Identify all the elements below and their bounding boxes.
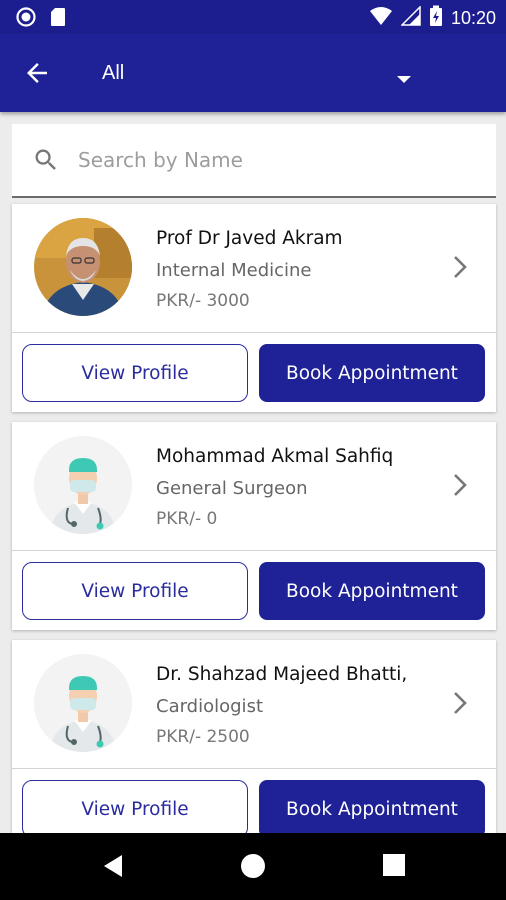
book-appointment-button[interactable]: Book Appointment — [259, 344, 485, 402]
doctor-placeholder-icon — [34, 436, 132, 534]
circle-notification-icon — [16, 7, 36, 31]
app-bar: All — [0, 34, 506, 112]
home-circle-icon[interactable] — [240, 853, 266, 883]
system-nav-bar — [0, 833, 506, 900]
doctor-placeholder-icon — [34, 654, 132, 752]
back-button[interactable] — [22, 58, 56, 88]
doctor-name: Mohammad Akmal Sahfiq — [156, 446, 394, 467]
doctor-name: Dr. Shahzad Majeed Bhatti, — [156, 664, 408, 685]
chevron-right-icon[interactable] — [450, 690, 470, 720]
doctor-photo — [34, 218, 132, 316]
view-profile-button[interactable]: View Profile — [22, 344, 248, 402]
search-box — [12, 124, 496, 198]
doctor-card-summary[interactable]: Prof Dr Javed Akram Internal Medicine PK… — [12, 204, 496, 332]
back-triangle-icon[interactable] — [100, 853, 126, 883]
dropdown-arrow-icon — [396, 70, 412, 89]
recents-square-icon[interactable] — [382, 853, 406, 881]
doctor-specialty: General Surgeon — [156, 478, 308, 499]
search-icon — [32, 146, 60, 178]
doctor-fee: PKR/- 2500 — [156, 727, 250, 747]
doctor-specialty: Cardiologist — [156, 696, 263, 717]
status-time: 10:20 — [450, 7, 496, 28]
arrow-back-icon — [22, 63, 52, 92]
doctor-card[interactable]: Prof Dr Javed Akram Internal Medicine PK… — [12, 204, 496, 412]
search-input[interactable] — [78, 138, 478, 182]
doctor-name: Prof Dr Javed Akram — [156, 228, 343, 249]
book-appointment-button[interactable]: Book Appointment — [259, 562, 485, 620]
sd-card-icon — [50, 7, 66, 31]
doctor-card[interactable]: Dr. Shahzad Majeed Bhatti, Cardiologist … — [12, 640, 496, 833]
card-divider — [12, 332, 496, 333]
chevron-right-icon[interactable] — [450, 254, 470, 284]
card-divider — [12, 550, 496, 551]
doctor-fee: PKR/- 0 — [156, 509, 218, 529]
cell-signal-icon — [400, 5, 421, 30]
category-filter-select[interactable]: All — [100, 54, 420, 94]
doctor-card-summary[interactable]: Dr. Shahzad Majeed Bhatti, Cardiologist … — [12, 640, 496, 768]
doctor-card[interactable]: Mohammad Akmal Sahfiq General Surgeon PK… — [12, 422, 496, 630]
view-profile-button[interactable]: View Profile — [22, 780, 248, 833]
filter-selected-value: All — [102, 62, 125, 84]
wifi-icon — [369, 6, 393, 30]
doctor-list-content: Prof Dr Javed Akram Internal Medicine PK… — [0, 112, 506, 833]
book-appointment-button[interactable]: Book Appointment — [259, 780, 485, 833]
doctor-specialty: Internal Medicine — [156, 260, 312, 281]
view-profile-button[interactable]: View Profile — [22, 562, 248, 620]
card-divider — [12, 768, 496, 769]
battery-charging-icon — [429, 5, 443, 31]
chevron-right-icon[interactable] — [450, 472, 470, 502]
status-bar: 10:20 — [0, 0, 506, 34]
doctor-fee: PKR/- 3000 — [156, 291, 250, 311]
doctor-card-summary[interactable]: Mohammad Akmal Sahfiq General Surgeon PK… — [12, 422, 496, 550]
